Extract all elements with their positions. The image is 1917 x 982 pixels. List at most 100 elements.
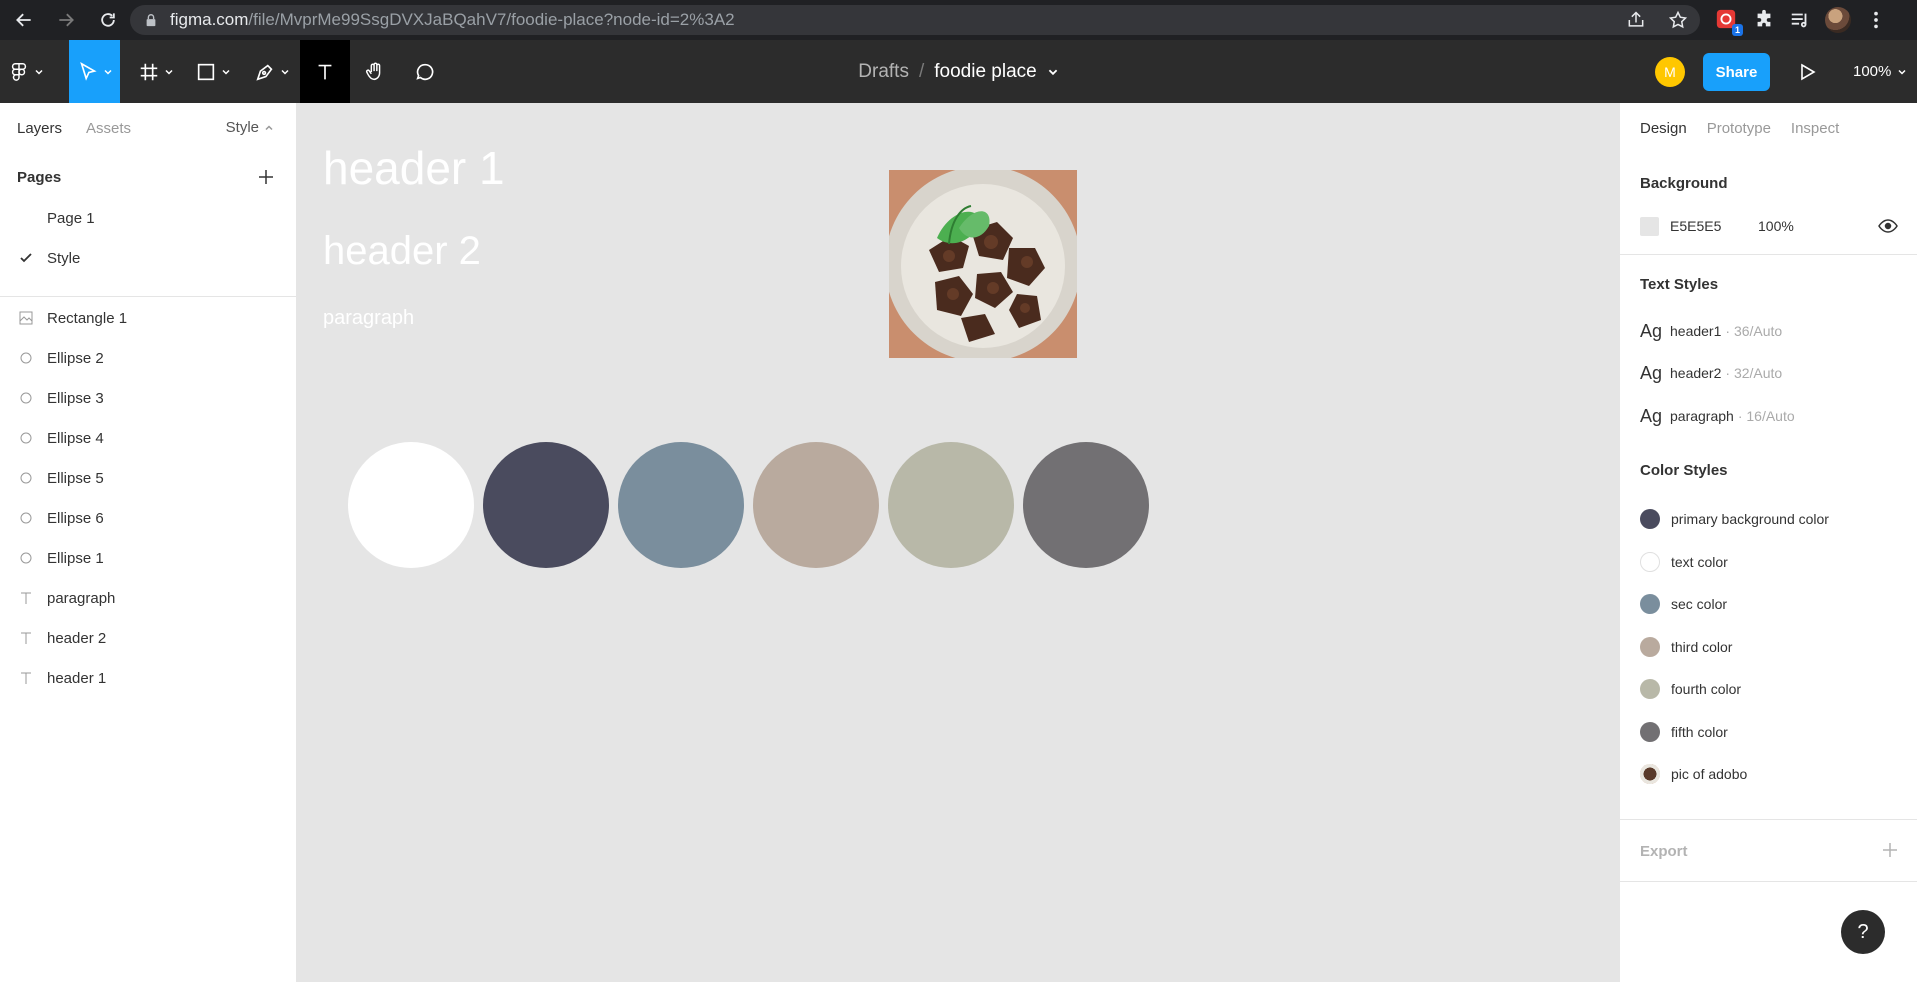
text-style-name: header2: [1670, 365, 1722, 381]
chevron-down-icon[interactable]: [1047, 66, 1059, 78]
help-button[interactable]: ?: [1841, 910, 1885, 954]
frame-tool-button[interactable]: [133, 40, 179, 103]
ellipse-icon: [20, 352, 32, 364]
canvas-paragraph[interactable]: paragraph: [323, 307, 414, 330]
tab-design[interactable]: Design: [1640, 120, 1687, 137]
color-swatch-ellipse[interactable]: [483, 442, 609, 568]
text-style-meta: · 36/Auto: [1725, 323, 1783, 339]
text-style-row[interactable]: Ag paragraph · 16/Auto: [1640, 404, 1898, 428]
lock-icon: [146, 14, 156, 27]
comment-tool-button[interactable]: [402, 40, 448, 103]
canvas-header-2[interactable]: header 2: [323, 229, 481, 274]
page-item-page-1[interactable]: Page 1: [0, 200, 297, 236]
text-style-row[interactable]: Ag header1 · 36/Auto: [1640, 319, 1898, 343]
color-swatch-ellipse[interactable]: [348, 442, 474, 568]
text-style-name: header1: [1670, 323, 1722, 339]
tab-inspect[interactable]: Inspect: [1791, 120, 1839, 137]
breadcrumb-drafts[interactable]: Drafts: [858, 61, 909, 83]
back-button[interactable]: [6, 2, 42, 38]
user-avatar[interactable]: M: [1655, 57, 1685, 87]
layer-item[interactable]: paragraph: [0, 578, 297, 618]
color-style-dot: [1640, 509, 1660, 529]
layer-item[interactable]: Ellipse 1: [0, 538, 297, 578]
comment-bubble-icon: [416, 63, 434, 80]
tab-assets[interactable]: Assets: [86, 120, 131, 137]
color-style-name: third color: [1671, 639, 1733, 655]
text-icon: [21, 592, 31, 604]
main-menu-button[interactable]: [0, 40, 52, 103]
hand-tool-button[interactable]: [352, 40, 398, 103]
layer-label: Ellipse 2: [47, 349, 104, 367]
browser-bar: figma.com/file/MvprMe99SsgDVXJaBQahV7/fo…: [0, 0, 1917, 40]
layer-item[interactable]: header 2: [0, 618, 297, 658]
design-canvas[interactable]: header 1 header 2 paragraph: [298, 103, 1619, 982]
cursor-arrow-icon: [79, 61, 97, 81]
color-style-row[interactable]: third color: [1640, 635, 1898, 659]
eye-icon[interactable]: [1878, 216, 1898, 236]
page-item-style[interactable]: Style: [0, 240, 297, 276]
page-style-label: Style: [225, 119, 259, 136]
puzzle-icon[interactable]: [1753, 9, 1775, 31]
text-style-row[interactable]: Ag header2 · 32/Auto: [1640, 361, 1898, 385]
move-tool-button[interactable]: [69, 40, 120, 103]
star-icon[interactable]: [1668, 10, 1688, 30]
shape-tool-button[interactable]: [190, 40, 236, 103]
layer-item[interactable]: Ellipse 3: [0, 378, 297, 418]
color-swatch-ellipse[interactable]: [753, 442, 879, 568]
extension-badge-button[interactable]: 1: [1715, 8, 1743, 36]
color-style-row[interactable]: fifth color: [1640, 720, 1898, 744]
color-style-row[interactable]: primary background color: [1640, 507, 1898, 531]
plus-icon[interactable]: [1881, 841, 1899, 859]
hand-icon: [366, 62, 381, 80]
adobo-photo[interactable]: [889, 170, 1077, 358]
text-style-name: paragraph: [1670, 408, 1734, 424]
canvas-header-1[interactable]: header 1: [323, 141, 505, 195]
zoom-level: 100%: [1853, 63, 1892, 80]
color-swatch-ellipse[interactable]: [888, 442, 1014, 568]
tab-layers[interactable]: Layers: [17, 120, 62, 137]
file-name[interactable]: foodie place: [934, 61, 1036, 83]
text-tool-button[interactable]: [300, 40, 350, 103]
reload-button[interactable]: [90, 2, 126, 38]
color-swatch-ellipse[interactable]: [1023, 442, 1149, 568]
breadcrumb-separator: /: [918, 60, 925, 82]
layer-label: Ellipse 6: [47, 509, 104, 527]
tab-prototype[interactable]: Prototype: [1707, 120, 1771, 137]
layer-item[interactable]: Rectangle 1: [0, 298, 297, 338]
layer-item[interactable]: Ellipse 4: [0, 418, 297, 458]
layer-item[interactable]: Ellipse 2: [0, 338, 297, 378]
reload-icon: [101, 13, 115, 27]
pages-header: Pages: [17, 169, 62, 186]
share-page-icon[interactable]: [1626, 10, 1646, 30]
background-hex[interactable]: E5E5E5: [1670, 218, 1721, 234]
background-title: Background: [1640, 175, 1728, 192]
forward-button[interactable]: [48, 2, 84, 38]
plus-icon[interactable]: [256, 167, 276, 187]
layer-item[interactable]: header 1: [0, 658, 297, 698]
layer-item[interactable]: Ellipse 6: [0, 498, 297, 538]
color-style-row[interactable]: sec color: [1640, 592, 1898, 616]
divider: [0, 296, 297, 297]
text-icon: [21, 672, 31, 684]
color-style-row[interactable]: text color: [1640, 550, 1898, 574]
color-style-dot: [1640, 552, 1660, 572]
color-style-dot: [1640, 722, 1660, 742]
layer-label: Rectangle 1: [47, 309, 128, 327]
ellipse-icon: [20, 512, 32, 524]
color-style-row[interactable]: pic of adobo: [1640, 762, 1898, 786]
address-bar[interactable]: figma.com/file/MvprMe99SsgDVXJaBQahV7/fo…: [130, 5, 1700, 35]
zoom-dropdown[interactable]: 100%: [1853, 40, 1907, 103]
present-play-icon[interactable]: [1795, 60, 1819, 84]
background-swatch[interactable]: [1640, 216, 1659, 236]
pen-tool-button[interactable]: [249, 40, 295, 103]
layer-item[interactable]: Ellipse 5: [0, 458, 297, 498]
color-swatch-ellipse[interactable]: [618, 442, 744, 568]
color-style-row[interactable]: fourth color: [1640, 677, 1898, 701]
background-opacity[interactable]: 100%: [1758, 218, 1794, 234]
more-vert-icon[interactable]: [1865, 9, 1887, 31]
page-style-toggle[interactable]: Style: [226, 119, 274, 136]
share-button[interactable]: Share: [1703, 53, 1770, 91]
background-fill-row[interactable]: E5E5E5 100%: [1640, 214, 1898, 238]
profile-avatar[interactable]: [1825, 7, 1851, 33]
media-queue-icon[interactable]: [1789, 9, 1811, 31]
